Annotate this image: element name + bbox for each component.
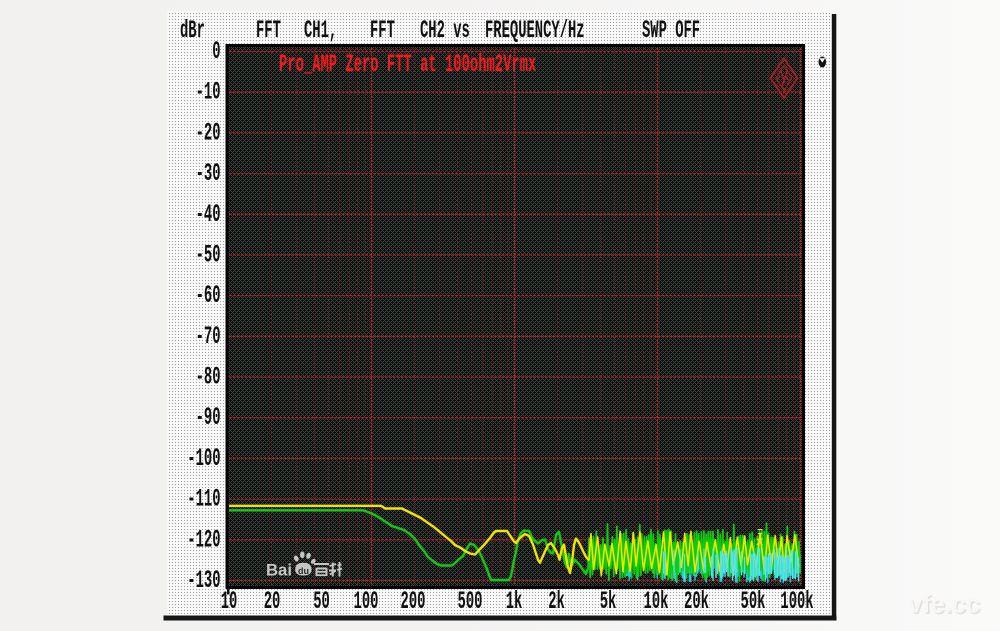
svg-text:-10: -10 [196,78,221,107]
svg-text:50k: 50k [741,587,766,616]
svg-text:2k: 2k [548,587,565,616]
svg-text:5k: 5k [600,587,617,616]
svg-text:10: 10 [221,587,238,616]
svg-text:0: 0 [212,37,220,66]
svg-text:50: 50 [313,587,330,616]
svg-text:-130: -130 [187,566,220,595]
svg-text:500: 500 [458,587,483,616]
svg-text:-70: -70 [196,322,221,351]
svg-text:-50: -50 [196,240,221,269]
svg-text:-40: -40 [196,200,221,229]
svg-text:-80: -80 [196,363,221,392]
svg-text:-90: -90 [196,403,221,432]
svg-text:-120: -120 [187,525,220,554]
svg-text:Bai: Bai [266,562,292,580]
svg-text:FFT: FFT [256,16,281,45]
svg-text:-20: -20 [196,118,221,147]
svg-text:vfe.cc: vfe.cc [908,589,980,619]
svg-text:SWP OFF: SWP OFF [642,16,700,45]
svg-text:10k: 10k [644,587,669,616]
svg-text:20k: 20k [684,587,709,616]
svg-text:FREQUENCY/Hz: FREQUENCY/Hz [485,16,585,45]
svg-text:dBr: dBr [180,16,205,45]
svg-text:CH1,: CH1, [304,16,337,45]
svg-text:100k: 100k [780,587,813,616]
svg-text:100: 100 [354,587,379,616]
svg-text:-110: -110 [187,485,220,514]
svg-text:200: 200 [401,587,426,616]
svg-text:20: 20 [264,587,281,616]
svg-text:du: du [298,566,309,576]
svg-text:-100: -100 [187,444,220,473]
svg-text:FFT: FFT [370,16,395,45]
svg-text:-60: -60 [196,281,221,310]
svg-text:x: x [756,535,763,549]
svg-text:1k: 1k [506,587,523,616]
svg-text:CH2 vs: CH2 vs [420,16,470,45]
svg-text:Pro_AMP Zero FTT at 100ohm2Vrm: Pro_AMP Zero FTT at 100ohm2Vrmx [279,50,536,79]
svg-text:-30: -30 [196,159,221,188]
